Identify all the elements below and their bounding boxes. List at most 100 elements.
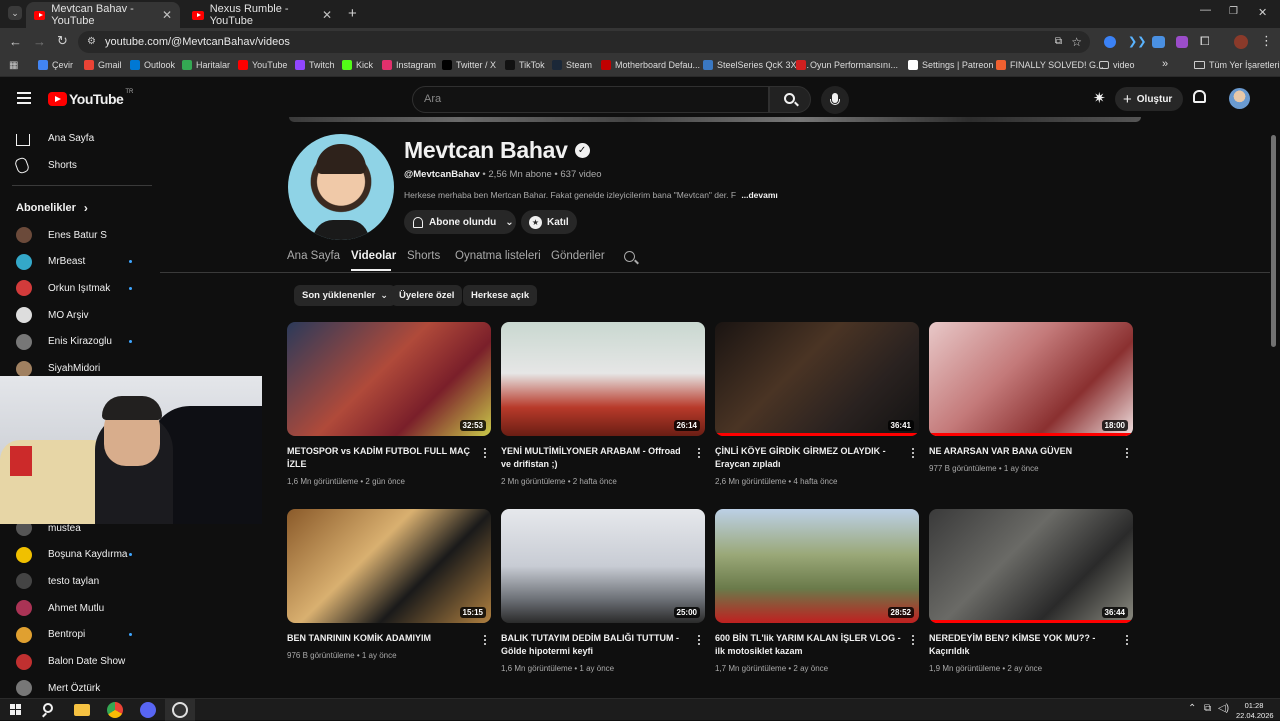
create-button[interactable]: + Oluştur <box>1115 87 1183 111</box>
video-thumbnail[interactable]: 26:14 <box>501 322 705 436</box>
new-tab-button[interactable]: + <box>348 5 357 22</box>
more-actions-icon[interactable] <box>1125 446 1129 460</box>
notifications-bell-icon[interactable] <box>1193 90 1206 103</box>
all-bookmarks-button[interactable]: Tüm Yer İşaretleri <box>1194 60 1280 70</box>
file-explorer-icon[interactable] <box>74 704 90 716</box>
video-card[interactable]: 25:00 BALIK TUTAYIM DEDİM BALIĞI TUTTUM -… <box>501 509 705 673</box>
chip-latest[interactable]: Son yüklenenler ⌄ <box>294 285 396 306</box>
more-actions-icon[interactable] <box>1125 633 1129 647</box>
subscription-item[interactable]: Orkun Işıtmak <box>16 276 146 300</box>
video-card[interactable]: 28:52 600 BİN TL'lik YARIM KALAN İŞLER VL… <box>715 509 919 673</box>
close-window-icon[interactable]: ✕ <box>1258 6 1267 19</box>
video-title[interactable]: BALIK TUTAYIM DEDİM BALIĞI TUTTUM - Göld… <box>501 632 691 658</box>
video-thumbnail[interactable]: 36:41 <box>715 322 919 436</box>
bookmark-item[interactable]: Oyun Performansını... <box>796 60 898 70</box>
more-actions-icon[interactable] <box>483 446 487 460</box>
tab-posts[interactable]: Gönderiler <box>551 250 605 262</box>
join-button[interactable]: ★ Katıl <box>521 210 577 234</box>
channel-banner[interactable] <box>289 117 1141 122</box>
tab-search-icon[interactable]: ⌄ <box>8 6 22 20</box>
extension-icon[interactable] <box>1176 36 1188 48</box>
channel-avatar[interactable] <box>288 134 394 240</box>
subscription-item[interactable]: Boşuna Kaydırma <box>16 543 146 567</box>
video-card[interactable]: 15:15 BEN TANRININ KOMİK ADAMIYIM 976 B gö… <box>287 509 491 669</box>
video-thumbnail[interactable]: 28:52 <box>715 509 919 623</box>
windows-start-icon[interactable] <box>10 702 26 718</box>
video-thumbnail[interactable]: 32:53 <box>287 322 491 436</box>
bookmark-item[interactable]: Twitter / X <box>442 60 496 70</box>
account-avatar[interactable] <box>1229 88 1250 109</box>
tab-home[interactable]: Ana Sayfa <box>287 250 340 262</box>
close-tab-icon[interactable]: ✕ <box>162 8 172 22</box>
bookmark-item[interactable]: Twitch <box>295 60 335 70</box>
bookmark-item[interactable]: Instagram <box>382 60 436 70</box>
video-thumbnail[interactable]: 15:15 <box>287 509 491 623</box>
video-title[interactable]: YENİ MULTİMİLYONER ARABAM - Offroad ve d… <box>501 445 691 471</box>
video-card[interactable]: 18:00 NE ARARSAN VAR BANA GÜVEN 977 B görü… <box>929 322 1133 482</box>
video-card[interactable]: 36:44 NEREDEYİM BEN? KİMSE YOK MU?? - Kaç… <box>929 509 1133 673</box>
video-title[interactable]: NEREDEYİM BEN? KİMSE YOK MU?? - Kaçırıld… <box>929 632 1119 658</box>
network-icon[interactable]: ⧉ <box>1204 703 1211 714</box>
extension-icon[interactable] <box>1104 36 1116 48</box>
bookmark-item[interactable]: YouTube <box>238 60 287 70</box>
more-actions-icon[interactable] <box>911 446 915 460</box>
subscription-item[interactable]: MrBeast <box>16 250 146 274</box>
volume-icon[interactable]: ◁) <box>1218 703 1229 714</box>
more-actions-icon[interactable] <box>697 446 701 460</box>
maximize-icon[interactable]: ❐ <box>1229 6 1238 17</box>
site-info-icon[interactable]: ⚙ <box>87 31 96 53</box>
subscription-item[interactable]: testo taylan <box>16 569 146 593</box>
video-title[interactable]: METOSPOR vs KADİM FUTBOL FULL MAÇ İZLE <box>287 445 477 471</box>
video-thumbnail[interactable]: 18:00 <box>929 322 1133 436</box>
chip-public[interactable]: Herkese açık <box>463 285 538 306</box>
video-title[interactable]: BEN TANRININ KOMİK ADAMIYIM <box>287 632 477 645</box>
discord-icon[interactable] <box>140 702 156 718</box>
subscription-item[interactable]: Mert Öztürk <box>16 676 146 700</box>
extension-icon[interactable] <box>1152 36 1165 48</box>
video-title[interactable]: 600 BİN TL'lik YARIM KALAN İŞLER VLOG - … <box>715 632 905 658</box>
tray-chevron-icon[interactable]: ⌃ <box>1188 703 1196 714</box>
video-thumbnail[interactable]: 25:00 <box>501 509 705 623</box>
bookmark-item[interactable]: Motherboard Defau... <box>601 60 700 70</box>
tab-shorts[interactable]: Shorts <box>407 250 440 262</box>
tab-videos[interactable]: Videolar <box>351 250 396 262</box>
search-button[interactable] <box>769 86 811 113</box>
bookmark-item[interactable]: SteelSeries QcK 3XL... <box>703 60 809 70</box>
clock[interactable]: 01:28 22.04.2026 <box>1236 701 1274 721</box>
bookmark-item[interactable]: Settings | Patreon <box>908 60 993 70</box>
bookmarks-more-button[interactable]: » <box>1162 58 1168 70</box>
address-bar[interactable]: ⚙ youtube.com/@MevtcanBahav/videos ⧉ ☆ <box>78 31 1090 53</box>
tab-playlists[interactable]: Oynatma listeleri <box>455 250 541 262</box>
subscription-item[interactable]: Ahmet Mutlu <box>16 596 146 620</box>
video-title[interactable]: NE ARARSAN VAR BANA GÜVEN <box>929 445 1119 458</box>
taskbar-search-icon[interactable] <box>41 702 57 718</box>
back-icon[interactable]: ← <box>9 34 22 49</box>
bookmark-item[interactable]: Gmail <box>84 60 122 70</box>
bookmark-item[interactable]: Outlook <box>130 60 175 70</box>
subscribed-button[interactable]: Abone olundu ⌄ <box>404 210 516 234</box>
more-link[interactable]: ...devamı <box>741 190 777 200</box>
subscription-item[interactable]: Enis Kirazoglu <box>16 330 146 354</box>
bookmark-item[interactable]: Steam <box>552 60 592 70</box>
search-input[interactable]: Ara <box>412 86 769 113</box>
forward-icon[interactable]: → <box>33 34 46 49</box>
chrome-icon[interactable] <box>107 702 123 718</box>
sparkle-icon[interactable]: ✷ <box>1093 89 1106 107</box>
reload-icon[interactable]: ↻ <box>57 33 68 49</box>
subscription-item[interactable]: Bentropi <box>16 623 146 647</box>
subscription-item[interactable]: MO Arşiv <box>16 303 146 327</box>
profile-icon[interactable] <box>1234 35 1248 49</box>
bookmark-item[interactable]: video <box>1099 60 1135 70</box>
extension-icon[interactable]: ❯❯ <box>1128 35 1146 48</box>
browser-tab-active[interactable]: Mevtcan Bahav - YouTube ✕ <box>26 2 180 28</box>
close-tab-icon[interactable]: ✕ <box>322 8 332 22</box>
sidebar-item-home[interactable]: Ana Sayfa <box>16 126 146 150</box>
video-card[interactable]: 32:53 METOSPOR vs KADİM FUTBOL FULL MAÇ İ… <box>287 322 491 486</box>
subscription-item[interactable]: Enes Batur S <box>16 223 146 247</box>
video-title[interactable]: ÇİNLİ KÖYE GİRDİK GİRMEZ OLAYDIK - Erayc… <box>715 445 905 471</box>
page-scrollbar[interactable] <box>1271 135 1276 347</box>
youtube-logo[interactable]: YouTube TR <box>48 89 133 107</box>
video-thumbnail[interactable]: 36:44 <box>929 509 1133 623</box>
browser-tab[interactable]: Nexus Rumble - YouTube ✕ <box>184 2 340 28</box>
bookmark-item[interactable]: Çevir <box>38 60 73 70</box>
